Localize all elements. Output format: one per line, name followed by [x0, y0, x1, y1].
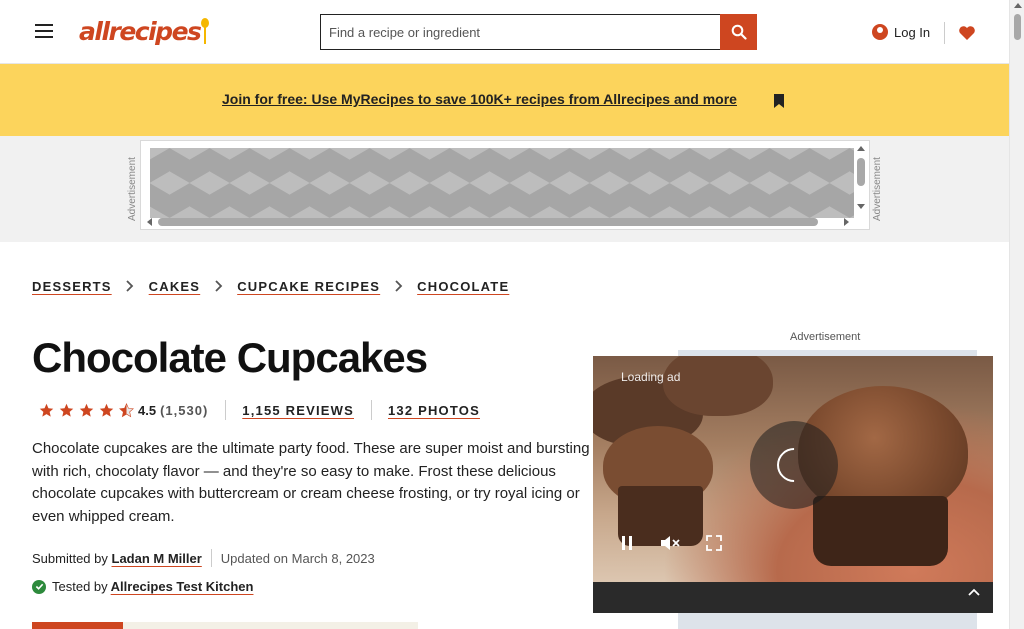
search-bar	[320, 14, 757, 50]
user-icon	[872, 24, 888, 40]
pause-icon	[622, 536, 632, 550]
bookmark-icon	[774, 94, 784, 108]
ad-scroll-left-icon[interactable]	[147, 218, 152, 226]
ad-placeholder-image	[150, 148, 854, 218]
fullscreen-icon	[706, 535, 722, 551]
logo-text: allrecipes	[79, 16, 202, 46]
pause-button[interactable]	[610, 526, 644, 560]
page-scroll-thumb[interactable]	[1014, 14, 1021, 40]
cupcake-video-frame: Loading ad	[593, 356, 993, 582]
tester-link[interactable]: Allrecipes Test Kitchen	[111, 579, 254, 594]
login-label: Log In	[894, 24, 931, 40]
star-icon[interactable]	[36, 399, 56, 421]
allrecipes-logo[interactable]: allrecipes	[79, 14, 210, 48]
mute-button[interactable]	[653, 526, 687, 560]
breadcrumb-cupcake-recipes[interactable]: CUPCAKE RECIPES	[237, 279, 380, 294]
star-half-icon[interactable]	[116, 399, 136, 421]
star-icon[interactable]	[76, 399, 96, 421]
chevron-right-icon	[380, 280, 417, 292]
rating-count: (1,530)	[160, 402, 209, 418]
star-icon[interactable]	[56, 399, 76, 421]
loading-spinner	[750, 421, 838, 509]
ad-horizontal-scrollbar[interactable]	[144, 216, 854, 228]
fullscreen-button[interactable]	[697, 526, 731, 560]
active-tab-indicator[interactable]	[32, 622, 123, 629]
ad-horizontal-thumb[interactable]	[158, 218, 818, 226]
breadcrumb-chocolate[interactable]: CHOCOLATE	[417, 279, 509, 294]
spinner-icon	[769, 440, 819, 490]
breadcrumb-desserts[interactable]: DESSERTS	[32, 279, 112, 294]
updated-date: Updated on March 8, 2023	[220, 550, 375, 566]
promo-banner: Join for free: Use MyRecipes to save 100…	[0, 64, 1009, 136]
header-divider	[944, 22, 945, 44]
page-title: Chocolate Cupcakes	[32, 334, 428, 381]
menu-icon	[35, 24, 53, 26]
submitted-by-line: Submitted by Ladan M Miller Updated on M…	[32, 549, 375, 567]
byline-divider	[210, 549, 212, 567]
heart-icon	[959, 26, 975, 40]
submitted-prefix: Submitted by	[32, 550, 108, 566]
reviews-link[interactable]: 1,155 REVIEWS	[242, 403, 354, 418]
reviews-divider	[370, 400, 372, 420]
scroll-up-arrow-icon[interactable]	[1014, 3, 1022, 8]
recipe-description: Chocolate cupcakes are the ultimate part…	[32, 440, 590, 525]
search-input[interactable]	[320, 14, 720, 50]
login-button[interactable]: Log In	[869, 20, 933, 44]
page-scrollbar[interactable]	[1009, 0, 1024, 629]
ad-label-right: Advertisement	[872, 157, 883, 221]
check-badge-icon	[32, 579, 46, 594]
ad-label-left: Advertisement	[127, 157, 138, 221]
rating-value[interactable]: 4.5	[138, 403, 156, 418]
tested-prefix: Tested by	[52, 579, 108, 594]
muted-speaker-icon	[661, 536, 680, 550]
search-icon	[731, 24, 747, 40]
saved-recipes-button[interactable]	[955, 20, 979, 46]
recipe-tab-bar	[32, 622, 418, 629]
author-link[interactable]: Ladan M Miller	[112, 551, 202, 566]
video-close-button[interactable]	[963, 578, 985, 606]
tested-by-line: Tested by Allrecipes Test Kitchen	[32, 579, 253, 594]
video-footer-bar	[593, 582, 993, 613]
menu-icon-line	[35, 30, 53, 32]
chevron-right-icon	[112, 280, 149, 292]
chevron-up-icon	[968, 588, 980, 596]
ad-vertical-scrollbar[interactable]	[854, 144, 868, 216]
ad-scroll-right-icon[interactable]	[844, 218, 849, 226]
ad-scroll-down-icon[interactable]	[857, 204, 865, 209]
join-free-link[interactable]: Join for free: Use MyRecipes to save 100…	[222, 91, 737, 107]
loading-ad-text: Loading ad	[621, 370, 681, 384]
rating-divider	[225, 400, 227, 420]
photos-link[interactable]: 132 PHOTOS	[388, 403, 480, 418]
chevron-right-icon	[200, 280, 237, 292]
rating-row: 4.5 (1,530) 1,155 REVIEWS 132 PHOTOS	[36, 398, 480, 422]
right-ad-label: Advertisement	[790, 331, 861, 343]
video-player[interactable]: Loading ad	[593, 356, 993, 613]
menu-icon-line	[35, 36, 53, 38]
star-icon[interactable]	[96, 399, 116, 421]
logo-spoon-icon	[201, 18, 210, 44]
top-ad-frame[interactable]	[140, 140, 870, 230]
search-button[interactable]	[720, 14, 757, 50]
breadcrumb: DESSERTS CAKES CUPCAKE RECIPES CHOCOLATE	[32, 276, 509, 296]
cupcake-frosting-shape	[663, 356, 773, 416]
star-rating	[36, 399, 136, 421]
cupcake-base-shape	[813, 496, 948, 566]
breadcrumb-cakes[interactable]: CAKES	[149, 279, 201, 294]
ad-vertical-thumb[interactable]	[857, 158, 865, 186]
site-header: allrecipes Log In	[0, 0, 1009, 64]
ad-scroll-up-icon[interactable]	[857, 146, 865, 151]
menu-button[interactable]	[31, 18, 57, 44]
banner-dismiss-button[interactable]	[771, 91, 787, 111]
